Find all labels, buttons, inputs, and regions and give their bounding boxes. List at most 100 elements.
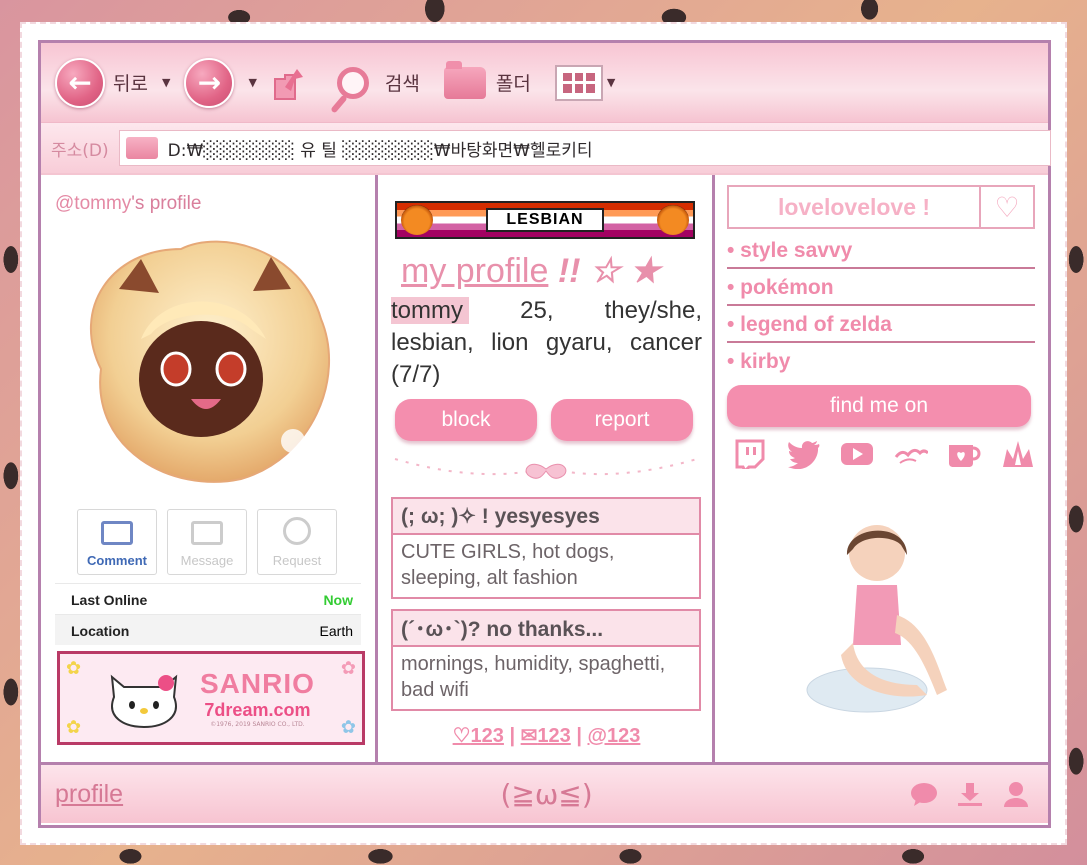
folder-icon bbox=[443, 60, 486, 99]
pumpkin-icon bbox=[656, 205, 689, 235]
up-folder-icon[interactable] bbox=[271, 63, 307, 103]
user-icon[interactable] bbox=[1002, 781, 1030, 807]
avatar bbox=[90, 240, 330, 483]
block-button[interactable]: block bbox=[395, 399, 537, 441]
address-path: D:₩░░░░░░░ 유 틸 ░░░░░░░₩바탕화면₩헬로키티 bbox=[167, 140, 593, 161]
back-label: 뒤로 bbox=[113, 73, 148, 95]
request-button[interactable]: Request bbox=[257, 509, 337, 575]
forward-dropdown-icon[interactable]: ▼ bbox=[248, 76, 256, 89]
address-bar: 주소(D) D:₩░░░░░░░ 유 틸 ░░░░░░░₩바탕화면₩헬로키티 bbox=[41, 123, 1051, 175]
folders-button[interactable]: 폴더 bbox=[443, 60, 531, 99]
dislikes-heading: (´･ω･`)? no thanks... bbox=[393, 611, 699, 647]
last-online-value: Now bbox=[323, 592, 353, 608]
flag-text: LESBIAN bbox=[486, 208, 604, 232]
dislikes-box: (´･ω･`)? no thanks... mornings, humidity… bbox=[391, 609, 701, 711]
list-item: • pokémon bbox=[727, 276, 1035, 306]
envelope-icon bbox=[191, 521, 223, 545]
explorer-window: ← 뒤로 ▼ → ▼ 검색 폴더 ▼ 주소(D) D:₩░░░░░░░ 유 틸 … bbox=[38, 40, 1051, 828]
flower-icon: ✿ bbox=[66, 717, 82, 738]
heart-icon[interactable]: ♡ bbox=[981, 187, 1033, 227]
twitch-icon[interactable] bbox=[733, 439, 767, 469]
likes-heading: (; ω; )✧ ! yesyesyes bbox=[393, 499, 699, 535]
location-row: Location Earth bbox=[55, 614, 361, 645]
dislikes-body: mornings, humidity, spaghetti, bad wifi bbox=[401, 653, 666, 701]
handle-user: @tommy bbox=[55, 193, 132, 214]
star-divider bbox=[394, 458, 698, 479]
comment-button[interactable]: Comment bbox=[77, 509, 157, 575]
envelope-icon: ✉ bbox=[520, 725, 538, 747]
page-paper: ← 뒤로 ▼ → ▼ 검색 폴더 ▼ 주소(D) D:₩░░░░░░░ 유 틸 … bbox=[20, 22, 1067, 845]
messages-count[interactable]: 123 bbox=[537, 725, 570, 747]
likes-body: CUTE GIRLS, hot dogs, sleeping, alt fash… bbox=[401, 541, 615, 589]
sanrio-brand: SANRIO bbox=[200, 668, 315, 699]
title-text: my profile bbox=[401, 252, 549, 290]
message-label: Message bbox=[180, 553, 234, 568]
profile-handle: @tommy's profile bbox=[55, 193, 361, 215]
download-icon[interactable] bbox=[956, 781, 984, 807]
flower-icon: ✿ bbox=[66, 658, 82, 679]
report-button[interactable]: report bbox=[551, 399, 693, 441]
pumpkin-icon bbox=[401, 205, 433, 235]
left-column: @tommy's profile Comment Message Request… bbox=[41, 175, 378, 762]
love-text: lovelovelove ! bbox=[729, 187, 981, 227]
comment-label: Comment bbox=[87, 553, 147, 568]
middle-column: LESBIAN my profile !! ☆ ★ tommy 25, they… bbox=[378, 175, 715, 762]
address-field[interactable]: D:₩░░░░░░░ 유 틸 ░░░░░░░₩바탕화면₩헬로키티 bbox=[118, 130, 1051, 166]
figurine-image bbox=[806, 525, 947, 713]
request-label: Request bbox=[272, 553, 322, 568]
forward-arrow-icon: → bbox=[184, 57, 235, 108]
bio-name: tommy bbox=[391, 297, 469, 324]
social-links bbox=[733, 439, 1035, 469]
views-dropdown-icon: ▼ bbox=[606, 76, 616, 89]
interests-list: • style savvy • pokémon • legend of zeld… bbox=[727, 239, 1035, 378]
right-column: lovelovelove ! ♡ • style savvy • pokémon… bbox=[715, 175, 1048, 762]
moderation-buttons: block report bbox=[395, 399, 702, 441]
love-header: lovelovelove ! ♡ bbox=[727, 185, 1035, 229]
search-icon bbox=[336, 66, 369, 99]
forward-button[interactable]: → ▼ bbox=[184, 57, 257, 108]
kofi-icon[interactable] bbox=[947, 439, 981, 469]
profile-link[interactable]: profile bbox=[55, 780, 123, 809]
twitter-icon[interactable] bbox=[787, 439, 821, 469]
back-dropdown-icon[interactable]: ▼ bbox=[162, 76, 170, 89]
youtube-icon[interactable] bbox=[840, 439, 874, 469]
address-label: 주소(D) bbox=[51, 140, 109, 161]
add-friend-icon bbox=[283, 517, 311, 545]
mentions-count[interactable]: @123 bbox=[588, 725, 641, 747]
flower-icon: ✿ bbox=[340, 658, 356, 679]
search-label: 검색 bbox=[384, 73, 420, 95]
footer: profile (≧ω≦) bbox=[41, 765, 1048, 823]
last-online-key: Last Online bbox=[71, 592, 148, 608]
footer-kaomoji: (≧ω≦) bbox=[500, 777, 593, 811]
sanrio-text: SANRIO 7dream.com ©1976, 2019 SANRIO CO.… bbox=[200, 668, 315, 728]
heart-icon: ♡ bbox=[452, 725, 471, 747]
title-suffix: !! ☆ ★ bbox=[548, 252, 661, 290]
message-button[interactable]: Message bbox=[167, 509, 247, 575]
handle-suffix: 's profile bbox=[131, 193, 202, 214]
hello-kitty-icon bbox=[110, 674, 178, 729]
crown-icon[interactable] bbox=[1001, 439, 1035, 469]
views-button[interactable]: ▼ bbox=[554, 64, 616, 101]
bio-text: tommy 25, they/she, lesbian, lion gyaru,… bbox=[391, 295, 702, 391]
last-online-row: Last Online Now bbox=[55, 583, 361, 614]
back-button[interactable]: ← 뒤로 ▼ bbox=[55, 57, 170, 108]
list-item: • legend of zelda bbox=[727, 313, 1035, 343]
profile-stats: ♡123 | ✉123 | @123 bbox=[452, 725, 641, 747]
list-item: • style savvy bbox=[727, 239, 1035, 269]
list-item: • kirby bbox=[727, 350, 791, 373]
search-button[interactable]: 검색 bbox=[336, 66, 420, 99]
page-title: my profile !! ☆ ★ bbox=[401, 251, 702, 291]
sanrio-banner[interactable]: ✿ ✿ ✿ ✿ SANRIO 7dream.com ©1976, 2019 SA… bbox=[57, 651, 365, 745]
back-arrow-icon: ← bbox=[55, 57, 105, 108]
bird-icon[interactable] bbox=[894, 439, 928, 469]
address-folder-icon bbox=[125, 137, 158, 159]
profile-actions: Comment Message Request bbox=[77, 509, 361, 575]
find-me-on-button[interactable]: find me on bbox=[727, 385, 1031, 427]
comment-icon bbox=[101, 521, 133, 545]
likes-count[interactable]: 123 bbox=[471, 725, 504, 747]
toolbar: ← 뒤로 ▼ → ▼ 검색 폴더 ▼ bbox=[41, 43, 1048, 123]
location-value: Earth bbox=[319, 623, 353, 639]
flower-icon: ✿ bbox=[340, 717, 356, 738]
chat-icon[interactable] bbox=[910, 781, 938, 807]
lesbian-flag-banner: LESBIAN bbox=[395, 201, 695, 239]
